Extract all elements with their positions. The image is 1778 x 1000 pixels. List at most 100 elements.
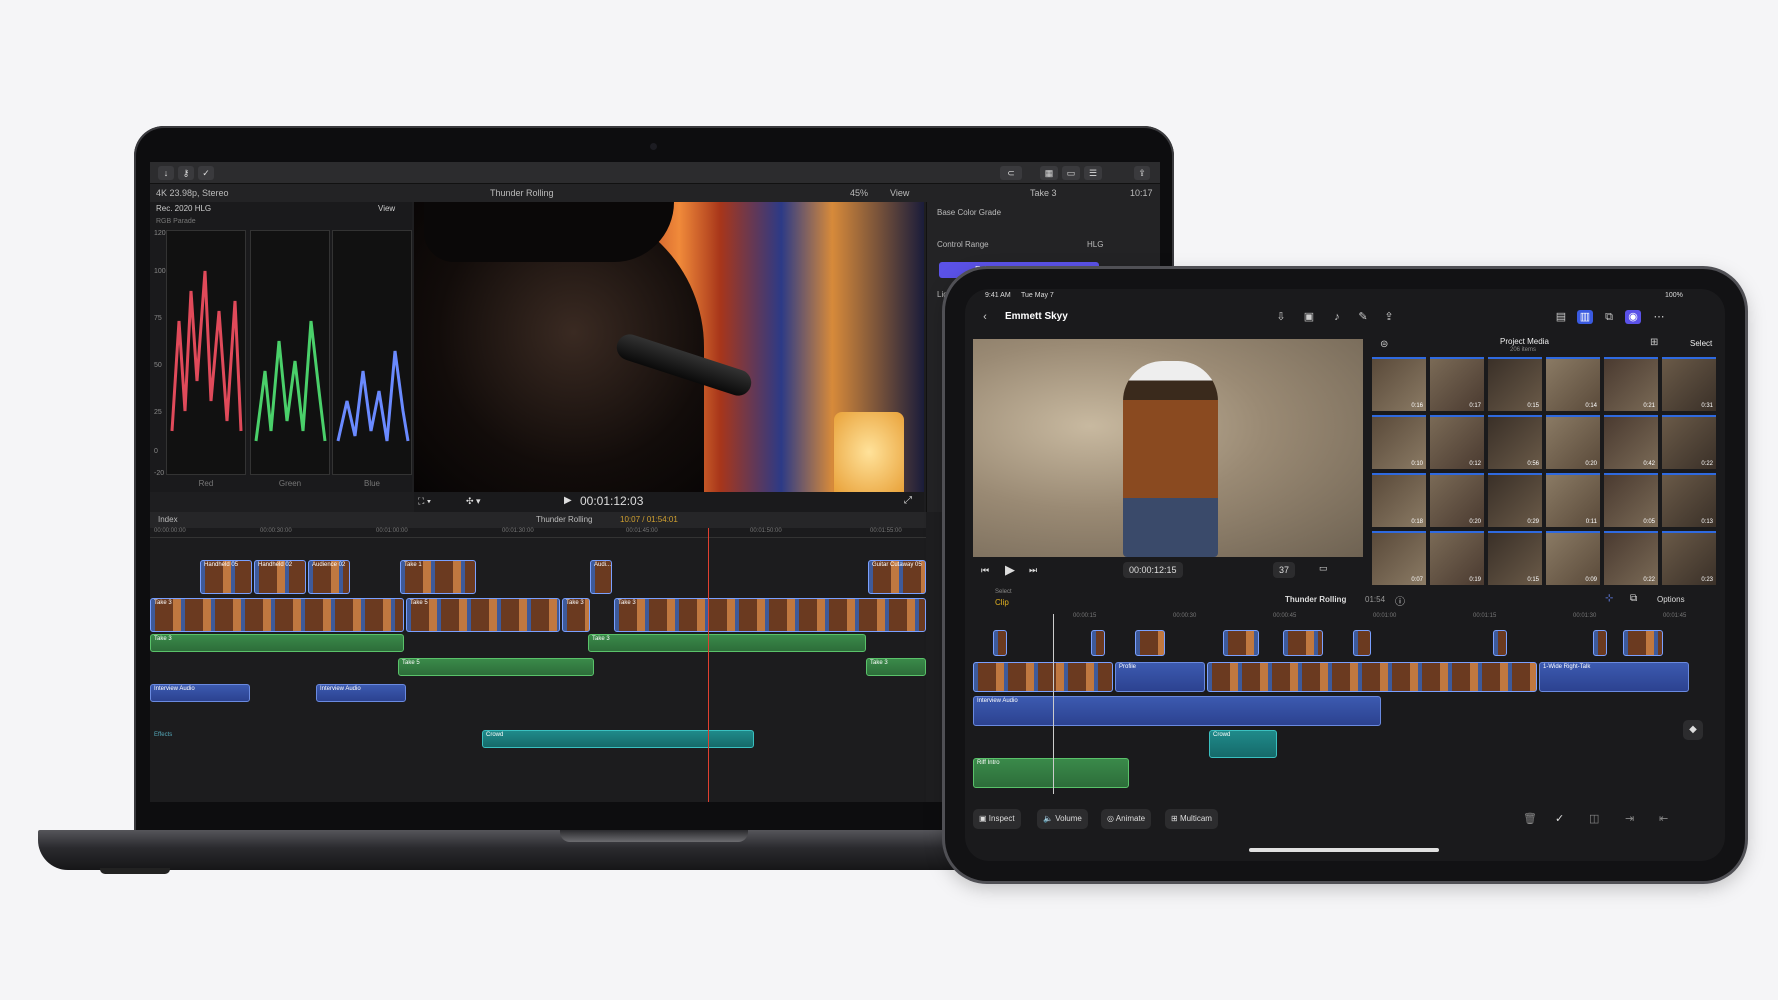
inspector-toggle-icon[interactable]: ☰ <box>1084 166 1102 180</box>
animate-button[interactable]: ◎ Animate <box>1101 809 1152 829</box>
audio-clip[interactable]: Take 3 <box>866 658 926 676</box>
media-thumbnail[interactable]: 0:22 <box>1662 415 1716 469</box>
timeline-ruler[interactable]: 00:00:00:00 00:00:30:00 00:01:00:00 00:0… <box>150 528 926 538</box>
media-thumbnail[interactable]: 0:23 <box>1662 531 1716 585</box>
primary-clip[interactable] <box>973 662 1113 692</box>
timeline-clip[interactable]: Guitar Cutaway 05 <box>868 560 926 594</box>
media-thumbnail[interactable]: 0:11 <box>1546 473 1600 527</box>
media-thumbnail[interactable]: 0:10 <box>1372 415 1426 469</box>
media-thumbnail[interactable]: 0:42 <box>1604 415 1658 469</box>
connected-clip[interactable] <box>1091 630 1105 656</box>
media-thumbnail[interactable]: 0:56 <box>1488 415 1542 469</box>
info-icon[interactable]: ⓘ <box>1395 593 1405 608</box>
layout-icon[interactable]: ▭ <box>1062 166 1080 180</box>
frame-rate[interactable]: 37 <box>1273 562 1296 578</box>
media-thumbnail[interactable]: 0:07 <box>1372 531 1426 585</box>
ipad-timeline[interactable]: Profile 1-Wide Right-Talk Interview Audi… <box>973 614 1708 794</box>
primary-clip[interactable] <box>1207 662 1537 692</box>
audio-clip[interactable]: Interview Audio <box>973 696 1381 726</box>
connected-clip[interactable] <box>1283 630 1323 656</box>
timeline-clip[interactable]: Take 5 <box>406 598 560 632</box>
media-thumbnail[interactable]: 0:13 <box>1662 473 1716 527</box>
pencil-icon[interactable]: ✎ <box>1355 310 1371 324</box>
media-thumbnail[interactable]: 0:18 <box>1372 473 1426 527</box>
replace-icon[interactable]: ⇤ <box>1659 812 1668 825</box>
timeline-project[interactable]: Thunder Rolling <box>536 515 592 524</box>
split-icon[interactable]: ◫ <box>1589 812 1599 825</box>
snap-icon[interactable]: ⊹ <box>1605 593 1613 604</box>
media-thumbnail[interactable]: 0:14 <box>1546 357 1600 411</box>
ipad-video-viewer[interactable] <box>973 339 1363 557</box>
overlay-icon[interactable]: ⧉ <box>1601 310 1617 324</box>
connected-clip[interactable] <box>1593 630 1607 656</box>
connected-clip[interactable] <box>1135 630 1165 656</box>
timeline-clip[interactable]: Take 1 <box>400 560 476 594</box>
microphone-icon[interactable]: ♪ <box>1329 310 1345 324</box>
inspect-button[interactable]: ▣ Inspect <box>973 809 1021 829</box>
media-thumbnail[interactable]: 0:20 <box>1546 415 1600 469</box>
more-icon[interactable]: ⋯ <box>1651 310 1667 324</box>
media-thumbnail[interactable]: 0:12 <box>1430 415 1484 469</box>
select-button[interactable]: Select <box>1690 339 1712 348</box>
audio-clip[interactable]: Take 3 <box>150 634 404 652</box>
mac-timeline[interactable]: Handheld 05 Handheld 02 Audience 02 Take… <box>150 538 926 802</box>
zoom-select[interactable]: 45% <box>850 188 868 198</box>
primary-clip[interactable]: 1-Wide Right-Talk <box>1539 662 1689 692</box>
audio-clip[interactable]: Take 5 <box>398 658 594 676</box>
audio-clip[interactable]: Crowd <box>482 730 754 748</box>
share-icon[interactable]: ⇪ <box>1381 310 1397 324</box>
import-icon[interactable]: ↓ <box>158 166 174 180</box>
effect-name[interactable]: Base Color Grade <box>937 208 1001 217</box>
control-range-value[interactable]: HLG <box>1087 240 1103 249</box>
checkmark-icon[interactable]: ✓ <box>1555 812 1564 825</box>
media-thumbnail[interactable]: 0:15 <box>1488 357 1542 411</box>
play-icon[interactable]: ▶ <box>564 495 572 506</box>
scope-view-menu[interactable]: View <box>378 204 395 213</box>
clip-selector[interactable]: Clip <box>995 598 1009 607</box>
trash-icon[interactable]: 🗑 <box>1523 812 1537 825</box>
fullscreen-icon[interactable]: ⤢ <box>904 495 912 506</box>
primary-clip[interactable]: Profile <box>1115 662 1205 692</box>
view-menu[interactable]: View <box>890 188 909 198</box>
media-thumbnail[interactable]: 0:16 <box>1372 357 1426 411</box>
connected-clip[interactable] <box>1623 630 1663 656</box>
audio-clip[interactable]: Interview Audio <box>316 684 406 702</box>
detach-icon[interactable]: ⇥ <box>1625 812 1634 825</box>
check-icon[interactable]: ✓ <box>198 166 214 180</box>
ipad-timeline-ruler[interactable]: 00:00:15 00:00:30 00:00:45 00:01:00 00:0… <box>973 613 1708 623</box>
connected-clip[interactable] <box>993 630 1007 656</box>
media-thumbnail[interactable]: 0:19 <box>1430 531 1484 585</box>
inspector-icon[interactable]: ◉ <box>1625 310 1641 324</box>
aspect-icon[interactable]: ▭ <box>1319 563 1328 574</box>
grid-icon[interactable]: ▦ <box>1040 166 1058 180</box>
audio-clip[interactable]: Crowd <box>1209 730 1277 758</box>
connected-clip[interactable] <box>1223 630 1259 656</box>
media-thumbnail[interactable]: 0:09 <box>1546 531 1600 585</box>
media-thumbnail[interactable]: 0:17 <box>1430 357 1484 411</box>
audio-clip[interactable]: Take 3 <box>588 634 866 652</box>
timeline-clip[interactable]: Handheld 05 <box>200 560 252 594</box>
connected-clip[interactable] <box>1353 630 1371 656</box>
filter-icon[interactable]: ⊜ <box>1380 339 1388 350</box>
index-button[interactable]: Index <box>158 515 178 524</box>
media-thumbnail[interactable]: 0:15 <box>1488 531 1542 585</box>
media-thumbnail[interactable]: 0:21 <box>1604 357 1658 411</box>
crop-icon[interactable]: ⛶ ▾ <box>418 496 431 507</box>
timeline-clip[interactable]: Take 3 <box>562 598 590 632</box>
share-icon[interactable]: ⇪ <box>1134 166 1150 180</box>
timeline-clip[interactable]: Handheld 02 <box>254 560 306 594</box>
media-thumbnail[interactable]: 0:20 <box>1430 473 1484 527</box>
key-icon[interactable]: ⚷ <box>178 166 194 180</box>
timeline-clip[interactable]: Take 3 <box>614 598 926 632</box>
media-thumbnail[interactable]: 0:22 <box>1604 531 1658 585</box>
browser-icon[interactable]: ▤ <box>1553 310 1569 324</box>
audio-clip[interactable]: Interview Audio <box>150 684 250 702</box>
import-icon[interactable]: ⇩ <box>1273 310 1289 324</box>
mac-video-viewer[interactable] <box>414 202 924 492</box>
playhead[interactable] <box>1053 614 1054 794</box>
multicam-button[interactable]: ⊞ Multicam <box>1165 809 1218 829</box>
timeline-clip[interactable]: Audi... <box>590 560 612 594</box>
volume-button[interactable]: 🔈 Volume <box>1037 809 1088 829</box>
grid-icon[interactable]: ⊞ <box>1650 337 1658 348</box>
media-thumbnail[interactable]: 0:05 <box>1604 473 1658 527</box>
